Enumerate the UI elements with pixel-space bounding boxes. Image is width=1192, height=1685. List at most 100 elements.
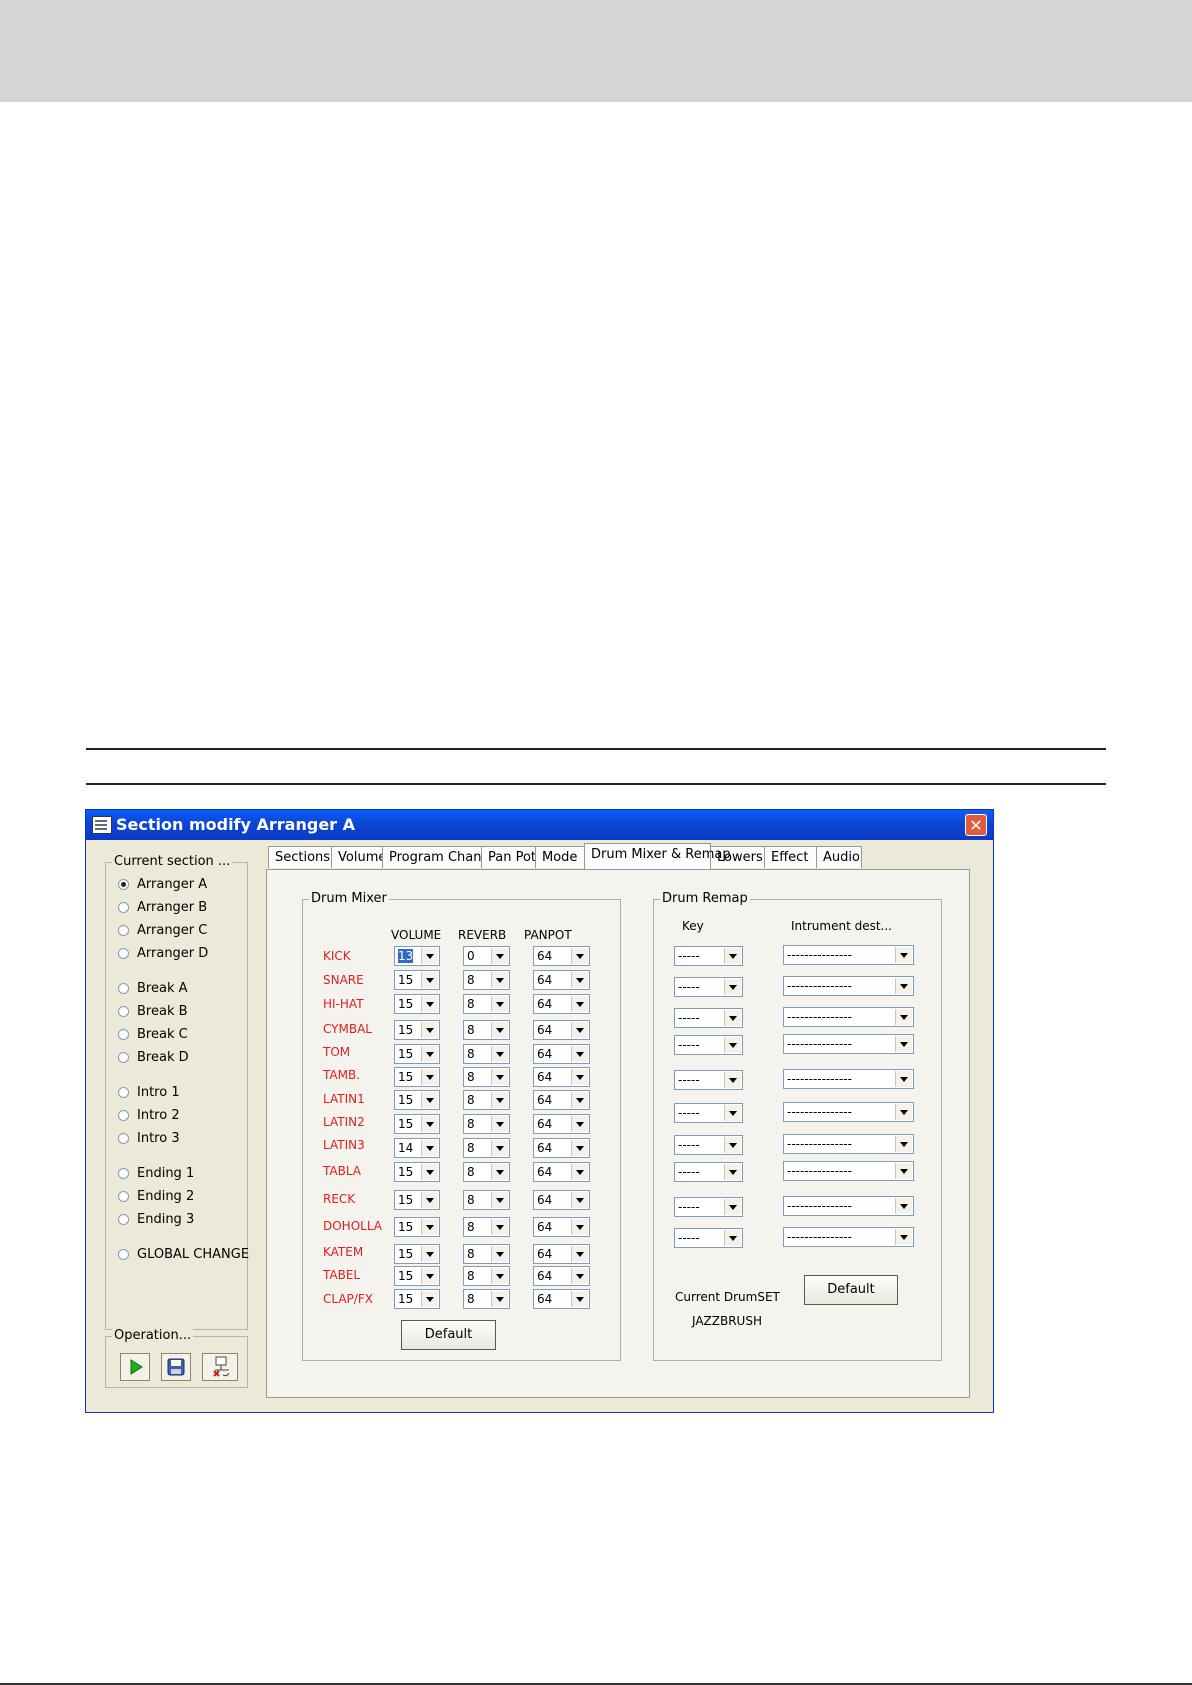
radio-circle[interactable] [118, 1248, 129, 1260]
mixer-volume-select[interactable]: 15 [394, 1090, 440, 1110]
chevron-down-icon[interactable] [491, 1022, 508, 1038]
chevron-down-icon[interactable] [724, 1230, 741, 1246]
chevron-down-icon[interactable] [491, 996, 508, 1012]
save-button[interactable] [161, 1353, 191, 1381]
chevron-down-icon[interactable] [724, 1037, 741, 1053]
section-radio-10[interactable]: Intro 3 [118, 1129, 180, 1147]
title-bar[interactable]: Section modify Arranger A ✕ [86, 810, 993, 840]
chevron-down-icon[interactable] [491, 1192, 508, 1208]
chevron-down-icon[interactable] [421, 1046, 438, 1062]
chevron-down-icon[interactable] [895, 1198, 912, 1214]
chevron-down-icon[interactable] [491, 1219, 508, 1235]
remap-key-select[interactable]: ----- [674, 1008, 743, 1028]
mixer-volume-select[interactable]: 15 [394, 1044, 440, 1064]
radio-circle[interactable] [118, 1086, 129, 1098]
section-radio-9[interactable]: Intro 2 [118, 1106, 180, 1124]
chevron-down-icon[interactable] [724, 1072, 741, 1088]
section-radio-7[interactable]: Break D [118, 1048, 189, 1066]
remap-default-button[interactable]: Default [804, 1275, 898, 1305]
mixer-reverb-select[interactable]: 8 [463, 1138, 510, 1158]
radio-circle[interactable] [118, 1051, 129, 1063]
chevron-down-icon[interactable] [491, 1046, 508, 1062]
chevron-down-icon[interactable] [571, 972, 588, 988]
chevron-down-icon[interactable] [571, 948, 588, 964]
chevron-down-icon[interactable] [571, 1246, 588, 1262]
chevron-down-icon[interactable] [421, 1022, 438, 1038]
mixer-panpot-select[interactable]: 64 [533, 1244, 590, 1264]
mixer-volume-select[interactable]: 14 [394, 1138, 440, 1158]
tab-program-change[interactable]: Program Change [382, 846, 498, 868]
mixer-panpot-select[interactable]: 64 [533, 1067, 590, 1087]
chevron-down-icon[interactable] [895, 1036, 912, 1052]
mixer-volume-select[interactable]: 13 [394, 946, 440, 966]
section-radio-1[interactable]: Arranger B [118, 898, 207, 916]
radio-circle[interactable] [118, 1028, 129, 1040]
chevron-down-icon[interactable] [571, 1140, 588, 1156]
radio-circle[interactable] [118, 1167, 129, 1179]
remap-dest-select[interactable]: --------------- [783, 1161, 914, 1181]
remap-dest-select[interactable]: --------------- [783, 1069, 914, 1089]
mixer-reverb-select[interactable]: 8 [463, 1217, 510, 1237]
section-radio-12[interactable]: Ending 2 [118, 1187, 194, 1205]
chevron-down-icon[interactable] [421, 1116, 438, 1132]
section-radio-11[interactable]: Ending 1 [118, 1164, 194, 1182]
radio-circle[interactable] [118, 924, 129, 936]
chevron-down-icon[interactable] [421, 1092, 438, 1108]
chevron-down-icon[interactable] [491, 948, 508, 964]
mixer-volume-select[interactable]: 15 [394, 1162, 440, 1182]
remap-key-select[interactable]: ----- [674, 1035, 743, 1055]
delete-button[interactable] [202, 1353, 238, 1381]
chevron-down-icon[interactable] [724, 1199, 741, 1215]
chevron-down-icon[interactable] [571, 1192, 588, 1208]
remap-dest-select[interactable]: --------------- [783, 1196, 914, 1216]
remap-dest-select[interactable]: --------------- [783, 1227, 914, 1247]
mixer-volume-select[interactable]: 15 [394, 1020, 440, 1040]
chevron-down-icon[interactable] [571, 1164, 588, 1180]
remap-key-select[interactable]: ----- [674, 977, 743, 997]
radio-circle[interactable] [118, 1132, 129, 1144]
chevron-down-icon[interactable] [571, 1219, 588, 1235]
mixer-reverb-select[interactable]: 8 [463, 970, 510, 990]
radio-circle[interactable] [118, 1005, 129, 1017]
play-button[interactable] [120, 1353, 150, 1381]
chevron-down-icon[interactable] [491, 1140, 508, 1156]
mixer-volume-select[interactable]: 15 [394, 1289, 440, 1309]
mixer-volume-select[interactable]: 15 [394, 1244, 440, 1264]
radio-circle[interactable] [118, 982, 129, 994]
chevron-down-icon[interactable] [491, 1291, 508, 1307]
mixer-reverb-select[interactable]: 8 [463, 1090, 510, 1110]
mixer-reverb-select[interactable]: 8 [463, 1044, 510, 1064]
tab-pan-pot[interactable]: Pan Pot [481, 846, 536, 868]
mixer-volume-select[interactable]: 15 [394, 994, 440, 1014]
chevron-down-icon[interactable] [421, 1192, 438, 1208]
tab-mode[interactable]: Mode [535, 846, 585, 868]
remap-dest-select[interactable]: --------------- [783, 1007, 914, 1027]
radio-circle[interactable] [118, 1190, 129, 1202]
remap-key-select[interactable]: ----- [674, 1197, 743, 1217]
chevron-down-icon[interactable] [491, 1092, 508, 1108]
mixer-volume-select[interactable]: 15 [394, 1114, 440, 1134]
section-radio-14[interactable]: GLOBAL CHANGE [118, 1245, 249, 1263]
mixer-panpot-select[interactable]: 64 [533, 1162, 590, 1182]
chevron-down-icon[interactable] [724, 1105, 741, 1121]
chevron-down-icon[interactable] [571, 1116, 588, 1132]
mixer-volume-select[interactable]: 15 [394, 1266, 440, 1286]
tab-drum-mixer-remap[interactable]: Drum Mixer & Remap [584, 843, 731, 869]
mixer-panpot-select[interactable]: 64 [533, 1090, 590, 1110]
mixer-reverb-select[interactable]: 8 [463, 1244, 510, 1264]
chevron-down-icon[interactable] [491, 1268, 508, 1284]
mixer-panpot-select[interactable]: 64 [533, 970, 590, 990]
chevron-down-icon[interactable] [724, 1137, 741, 1153]
chevron-down-icon[interactable] [895, 1136, 912, 1152]
chevron-down-icon[interactable] [895, 1009, 912, 1025]
section-radio-8[interactable]: Intro 1 [118, 1083, 180, 1101]
chevron-down-icon[interactable] [895, 1104, 912, 1120]
section-radio-4[interactable]: Break A [118, 979, 188, 997]
chevron-down-icon[interactable] [571, 1268, 588, 1284]
remap-key-select[interactable]: ----- [674, 1103, 743, 1123]
mixer-panpot-select[interactable]: 64 [533, 1020, 590, 1040]
mixer-panpot-select[interactable]: 64 [533, 994, 590, 1014]
mixer-panpot-select[interactable]: 64 [533, 1138, 590, 1158]
mixer-reverb-select[interactable]: 0 [463, 946, 510, 966]
radio-circle[interactable] [118, 878, 129, 890]
